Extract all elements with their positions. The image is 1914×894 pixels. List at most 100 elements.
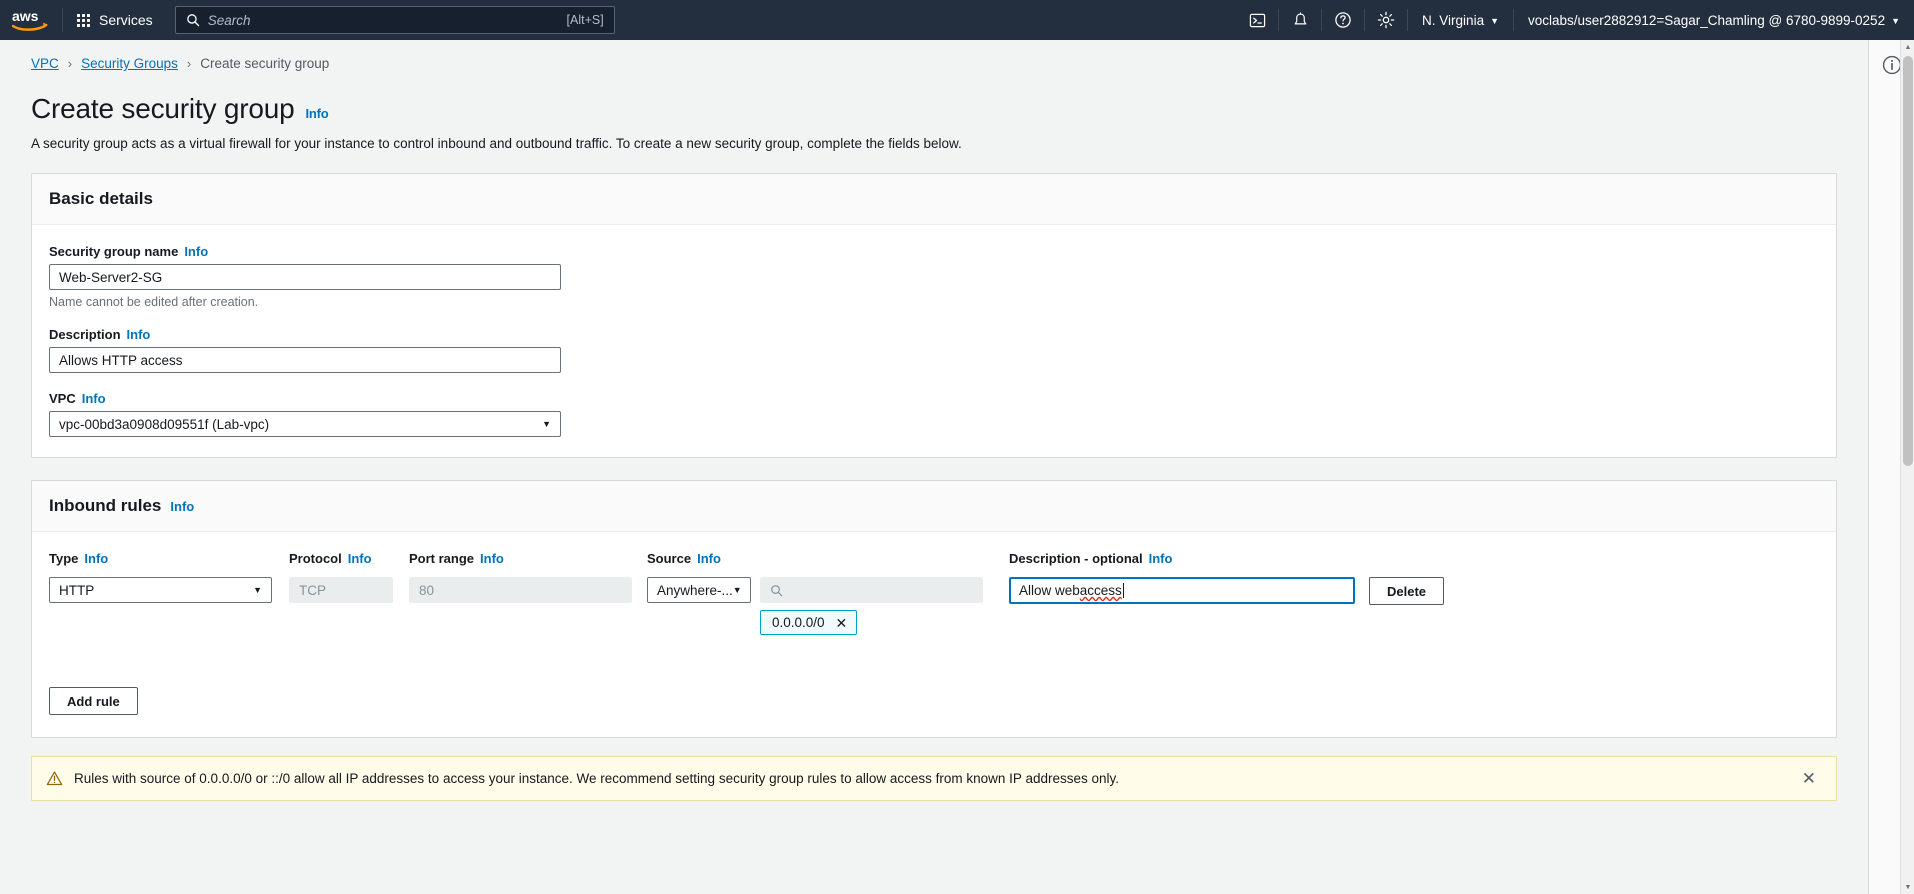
aws-logo[interactable]: aws	[0, 8, 62, 32]
rule-type-select[interactable]: HTTP ▼	[49, 577, 272, 603]
breadcrumb-item-vpc[interactable]: VPC	[31, 56, 59, 71]
security-group-name-input[interactable]	[49, 264, 561, 290]
vpc-label-text: VPC	[49, 391, 76, 406]
scroll-down-arrow-icon[interactable]: ▼	[1901, 880, 1914, 894]
global-search-wrapper: Search [Alt+S]	[174, 6, 615, 34]
page-content-area: VPC › Security Groups › Create security …	[0, 40, 1868, 894]
services-label: Services	[99, 12, 153, 28]
description-label-text: Description	[49, 327, 121, 342]
settings-icon[interactable]	[1365, 0, 1407, 40]
help-icon[interactable]	[1322, 0, 1364, 40]
security-group-name-hint: Name cannot be edited after creation.	[49, 295, 259, 309]
region-selector[interactable]: N. Virginia ▼	[1408, 0, 1513, 40]
search-icon	[186, 13, 200, 27]
chevron-down-icon: ▼	[253, 585, 262, 595]
description-optional-info-link[interactable]: Info	[1149, 551, 1173, 566]
description-info-link[interactable]: Info	[127, 327, 151, 342]
warning-triangle-icon	[46, 770, 63, 787]
rule-description-prefix: Allow web	[1019, 583, 1080, 598]
rule-protocol-value: TCP	[299, 582, 326, 598]
search-input[interactable]: Search [Alt+S]	[174, 6, 615, 34]
breadcrumb-link-security-groups[interactable]: Security Groups	[81, 56, 178, 71]
breadcrumb-item-security-groups[interactable]: Security Groups	[81, 56, 178, 71]
inbound-rule-row: HTTP ▼ TCP 80 Anywhere-... ▼ 0.0.0.0/0 ✕…	[32, 577, 1836, 635]
security-group-name-label: Security group name Info	[49, 244, 1819, 259]
page-title-info-link[interactable]: Info	[305, 106, 328, 121]
breadcrumb-item-current: Create security group	[200, 56, 330, 71]
scrollbar-thumb[interactable]	[1903, 56, 1913, 466]
protocol-info-link[interactable]: Info	[348, 551, 372, 566]
rule-type-value: HTTP	[59, 582, 95, 598]
search-icon	[770, 584, 783, 597]
bell-icon[interactable]	[1279, 0, 1321, 40]
rule-type-cell: HTTP ▼	[49, 577, 289, 603]
search-placeholder: Search	[207, 12, 251, 28]
topnav-right-cluster: N. Virginia ▼ voclabs/user2882912=Sagar_…	[1236, 0, 1914, 40]
vpc-info-link[interactable]: Info	[82, 391, 106, 406]
rule-description-cell: Allow web access	[1009, 577, 1369, 604]
column-header-port-range: Port range Info	[409, 551, 647, 566]
close-icon[interactable]: ✕	[1796, 770, 1822, 787]
description-input[interactable]	[49, 347, 561, 373]
breadcrumb-separator: ›	[186, 56, 192, 71]
column-header-port-range-text: Port range	[409, 551, 475, 566]
vpc-label: VPC Info	[49, 391, 1819, 406]
grid-icon	[77, 13, 90, 27]
svg-text:aws: aws	[12, 8, 39, 24]
page-description: A security group acts as a virtual firew…	[31, 136, 962, 151]
source-info-link[interactable]: Info	[697, 551, 721, 566]
rule-description-input[interactable]: Allow web access	[1009, 577, 1355, 604]
text-cursor	[1122, 583, 1124, 598]
breadcrumb-link-vpc[interactable]: VPC	[31, 56, 59, 71]
services-menu-button[interactable]: Services	[63, 0, 167, 40]
chevron-down-icon: ▼	[1490, 15, 1499, 26]
port-range-info-link[interactable]: Info	[480, 551, 504, 566]
add-rule-wrapper: Add rule	[32, 687, 1836, 715]
inbound-rules-info-link[interactable]: Info	[170, 499, 194, 514]
column-header-source-text: Source	[647, 551, 692, 566]
rule-port-range-input: 80	[409, 577, 632, 603]
chevron-down-icon: ▼	[542, 419, 551, 429]
rule-source-search-input[interactable]	[760, 577, 983, 603]
page-title-text: Create security group	[31, 93, 295, 124]
column-header-type-text: Type	[49, 551, 79, 566]
inbound-rules-column-headers: Type Info Protocol Info Port range Info …	[32, 551, 1836, 566]
chevron-down-icon: ▼	[1891, 15, 1900, 26]
column-header-type: Type Info	[49, 551, 289, 566]
add-rule-button[interactable]: Add rule	[49, 687, 138, 715]
security-group-name-field: Security group name Info Name cannot be …	[49, 244, 1819, 309]
description-field: Description Info	[49, 327, 1819, 373]
vpc-select[interactable]: vpc-00bd3a0908d09551f (Lab-vpc) ▼	[49, 411, 561, 437]
column-header-protocol: Protocol Info	[289, 551, 409, 566]
content-wrapper: VPC › Security Groups › Create security …	[0, 40, 1868, 841]
page-title: Create security group Info	[0, 71, 1868, 125]
rule-source-type-value: Anywhere-...	[657, 582, 733, 598]
source-cidr-token-label: 0.0.0.0/0	[772, 615, 825, 630]
delete-rule-button[interactable]: Delete	[1369, 577, 1445, 605]
chevron-down-icon: ▼	[732, 585, 742, 595]
account-menu[interactable]: voclabs/user2882912=Sagar_Chamling @ 678…	[1514, 0, 1914, 40]
source-cidr-token: 0.0.0.0/0 ✕	[760, 610, 858, 635]
vpc-selected-value: vpc-00bd3a0908d09551f (Lab-vpc)	[59, 416, 270, 432]
close-icon[interactable]: ✕	[836, 616, 848, 630]
region-label: N. Virginia	[1422, 12, 1485, 28]
page-scrollbar[interactable]: ▲ ▼	[1900, 40, 1914, 894]
description-label: Description Info	[49, 327, 1819, 342]
cloudshell-icon[interactable]	[1236, 0, 1278, 40]
column-header-protocol-text: Protocol	[289, 551, 342, 566]
column-header-description-text: Description - optional	[1009, 551, 1143, 566]
column-header-source: Source Info	[647, 551, 1009, 566]
scroll-up-arrow-icon[interactable]: ▲	[1901, 40, 1914, 54]
breadcrumb-separator: ›	[67, 56, 73, 71]
vpc-field: VPC Info vpc-00bd3a0908d09551f (Lab-vpc)…	[49, 391, 1819, 437]
inbound-rules-title: Inbound rules	[49, 496, 162, 515]
column-header-description: Description - optional Info	[1009, 551, 1369, 566]
rule-description-spellcheck-word: access	[1079, 583, 1122, 598]
warning-banner-text: Rules with source of 0.0.0.0/0 or ::/0 a…	[74, 771, 1119, 786]
security-group-name-info-link[interactable]: Info	[184, 244, 208, 259]
type-info-link[interactable]: Info	[84, 551, 108, 566]
rule-source-cell: Anywhere-... ▼ 0.0.0.0/0 ✕	[647, 577, 1009, 635]
breadcrumb: VPC › Security Groups › Create security …	[0, 40, 1868, 71]
rule-source-type-select[interactable]: Anywhere-... ▼	[647, 577, 751, 603]
rule-protocol-cell: TCP	[289, 577, 409, 603]
